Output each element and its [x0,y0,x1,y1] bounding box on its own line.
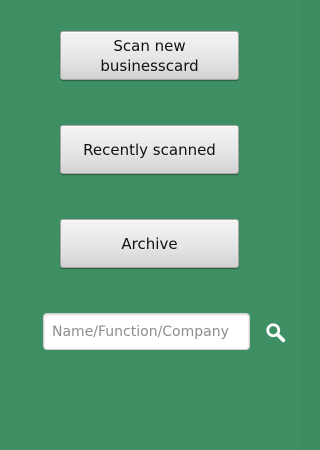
search-icon[interactable] [265,322,287,344]
archive-button[interactable]: Archive [60,219,239,268]
scan-new-businesscard-button[interactable]: Scan new businesscard [60,31,239,80]
archive-label: Archive [121,234,178,253]
app-screen: Scan new businesscard Recently scanned A… [0,0,300,450]
search-input[interactable] [43,313,250,350]
recently-scanned-label: Recently scanned [83,140,216,159]
scan-new-businesscard-label: Scan new businesscard [100,36,199,75]
recently-scanned-button[interactable]: Recently scanned [60,125,239,174]
